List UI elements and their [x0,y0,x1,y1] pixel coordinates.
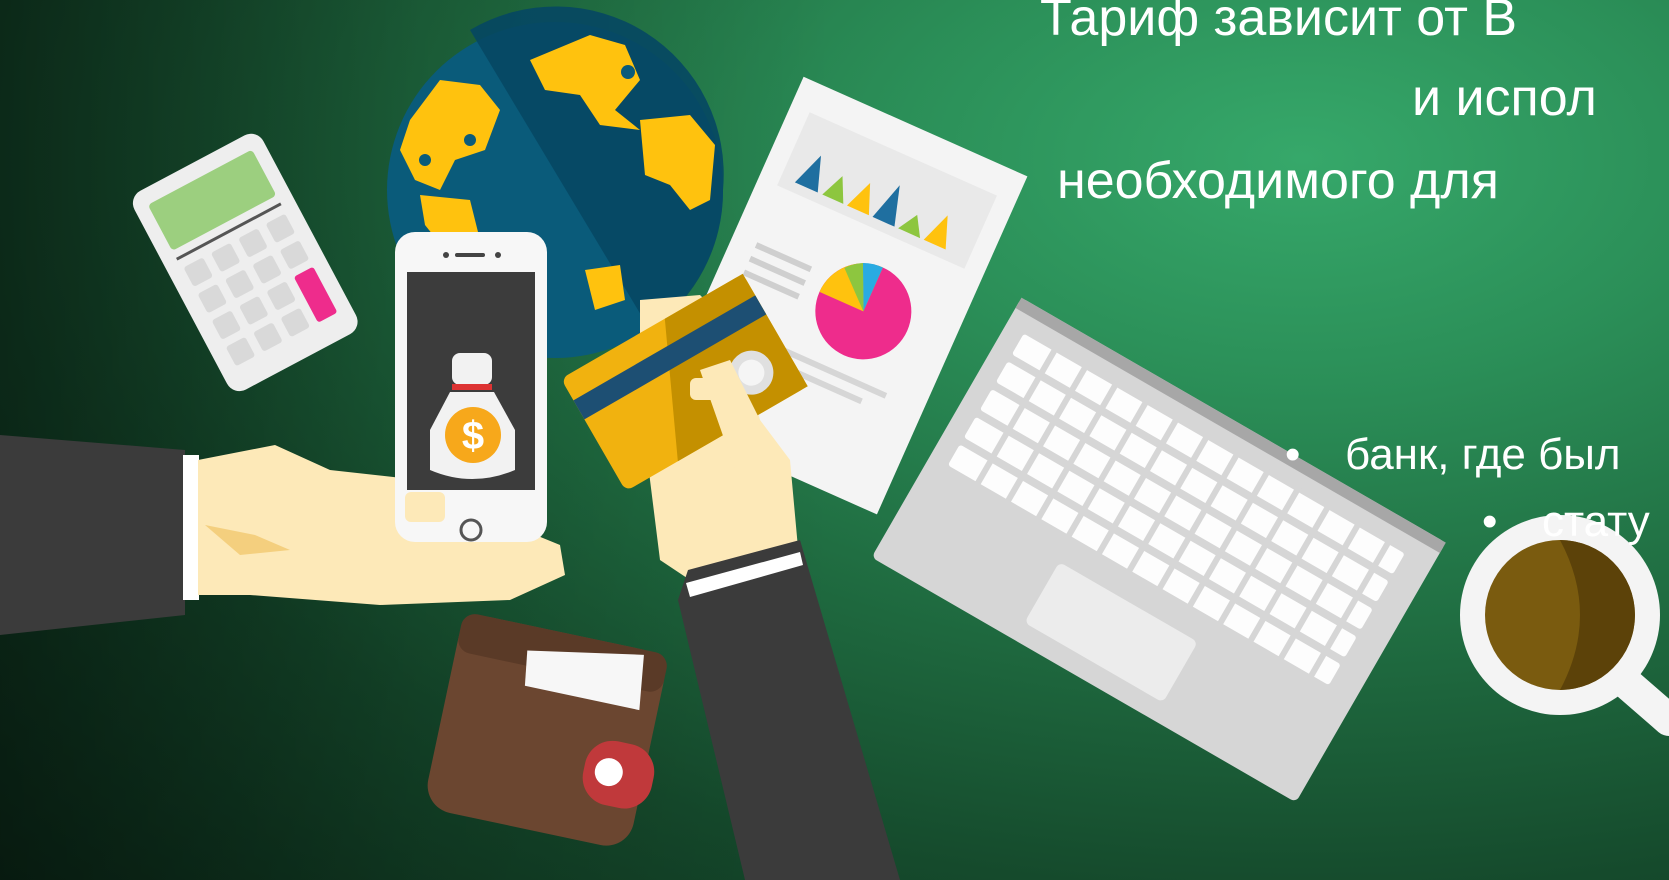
bullet-item-status: • стату [1482,500,1650,544]
bullet-item-bank: • банк, где был [1285,433,1621,477]
thumb-icon [405,492,445,522]
bullet-marker: • [1482,497,1498,546]
dollar-sign-icon: $ [461,414,485,458]
bullet-text: банк, где был [1345,430,1621,479]
calculator-icon [132,133,358,392]
bullet-text: стату [1542,497,1650,546]
right-sleeve-icon [678,540,900,880]
headline-line-1: Тариф зависит от В [1040,0,1518,47]
headline-line-2: и испол [1412,69,1597,127]
laptop-icon [873,297,1446,801]
headline-line-3: необходимого для [1057,152,1499,210]
bullet-marker: • [1285,430,1301,479]
wallet-icon [427,614,667,846]
